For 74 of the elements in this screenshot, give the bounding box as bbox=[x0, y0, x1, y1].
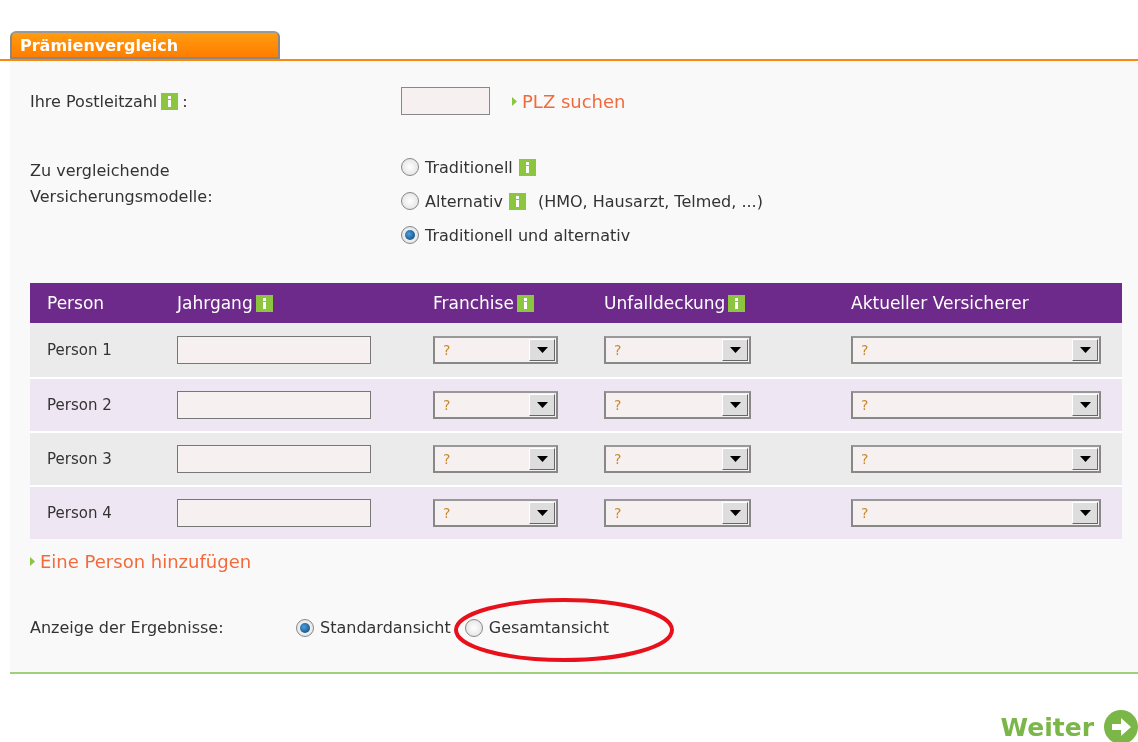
option-label: Traditionell bbox=[425, 157, 513, 177]
person-label: Person 2 bbox=[47, 396, 112, 414]
dropdown-button[interactable] bbox=[722, 448, 748, 470]
info-icon[interactable] bbox=[728, 294, 746, 312]
dropdown-button[interactable] bbox=[529, 394, 555, 416]
info-icon[interactable] bbox=[255, 294, 273, 312]
field-label: Zu vergleichende Versicherungsmodelle: bbox=[30, 161, 213, 206]
dropdown-button[interactable] bbox=[722, 339, 748, 361]
caret-icon bbox=[536, 347, 548, 353]
column-header: Unfalldeckung bbox=[604, 293, 726, 313]
person-label: Person 3 bbox=[47, 450, 112, 468]
arrow-icon bbox=[30, 557, 35, 566]
column-header: Aktueller Versicherer bbox=[851, 293, 1029, 313]
dropdown[interactable]: ? bbox=[604, 499, 751, 527]
dropdown-button[interactable] bbox=[529, 339, 555, 361]
dropdown[interactable]: ? bbox=[604, 391, 751, 419]
year-field[interactable] bbox=[177, 391, 371, 419]
caret-icon bbox=[536, 402, 548, 408]
dropdown-button[interactable] bbox=[722, 502, 748, 524]
caret-icon bbox=[1079, 510, 1091, 516]
dropdown[interactable]: ? bbox=[604, 336, 751, 364]
caret-icon bbox=[536, 510, 548, 516]
dropdown[interactable]: ? bbox=[851, 445, 1101, 473]
dropdown-button[interactable] bbox=[1072, 448, 1098, 470]
colon-text: : bbox=[182, 91, 188, 111]
column-header: Franchise bbox=[433, 293, 514, 313]
person-label: Person 1 bbox=[47, 341, 112, 359]
caret-icon bbox=[536, 456, 548, 462]
option-label: Standardansicht bbox=[320, 618, 451, 637]
year-field[interactable] bbox=[177, 445, 371, 473]
radio-button[interactable] bbox=[401, 226, 419, 244]
caret-icon bbox=[729, 347, 741, 353]
caret-icon bbox=[1079, 402, 1091, 408]
caret-icon bbox=[1079, 347, 1091, 353]
option-note: (HMO, Hausarzt, Telmed, ...) bbox=[537, 191, 763, 211]
field-label: Ihre Postleitzahl bbox=[30, 91, 158, 111]
year-field[interactable] bbox=[177, 499, 371, 527]
dropdown[interactable]: ? bbox=[604, 445, 751, 473]
postcode-field[interactable] bbox=[401, 87, 490, 115]
radio-button[interactable] bbox=[401, 192, 419, 210]
dropdown-button[interactable] bbox=[1072, 394, 1098, 416]
dropdown[interactable]: ? bbox=[851, 391, 1101, 419]
search-link[interactable]: PLZ suchen bbox=[522, 90, 626, 112]
dropdown[interactable]: ? bbox=[851, 336, 1101, 364]
caret-icon bbox=[729, 402, 741, 408]
tab[interactable]: Prämienvergleich bbox=[10, 31, 280, 59]
dropdown-button[interactable] bbox=[529, 448, 555, 470]
dropdown[interactable]: ? bbox=[851, 499, 1101, 527]
caret-icon bbox=[1079, 456, 1091, 462]
option-label: Traditionell und alternativ bbox=[425, 225, 631, 245]
caret-icon bbox=[729, 456, 741, 462]
year-field[interactable] bbox=[177, 336, 371, 364]
dropdown-button[interactable] bbox=[1072, 502, 1098, 524]
column-header: Person bbox=[47, 293, 105, 313]
column-header: Jahrgang bbox=[177, 293, 253, 313]
dropdown-button[interactable] bbox=[722, 394, 748, 416]
dropdown-button[interactable] bbox=[1072, 339, 1098, 361]
dropdown-button[interactable] bbox=[529, 502, 555, 524]
radio-button[interactable] bbox=[296, 618, 314, 637]
radio-button[interactable] bbox=[401, 158, 419, 176]
dropdown[interactable]: ? bbox=[433, 445, 558, 473]
field-label: Anzeige der Ergebnisse: bbox=[30, 618, 225, 637]
person-label: Person 4 bbox=[47, 504, 112, 522]
dropdown[interactable]: ? bbox=[433, 336, 558, 364]
option-label: Alternativ bbox=[425, 191, 503, 211]
next-button[interactable]: Weiter bbox=[1000, 710, 1138, 742]
caret-icon bbox=[729, 510, 741, 516]
radio-button[interactable] bbox=[464, 618, 483, 637]
dropdown[interactable]: ? bbox=[433, 499, 558, 527]
info-icon[interactable] bbox=[516, 294, 534, 312]
add-person-link[interactable]: Eine Person hinzufügen bbox=[40, 551, 252, 572]
dropdown[interactable]: ? bbox=[433, 391, 558, 419]
option-label: Gesamtansicht bbox=[488, 618, 609, 637]
arrow-icon bbox=[512, 96, 517, 106]
